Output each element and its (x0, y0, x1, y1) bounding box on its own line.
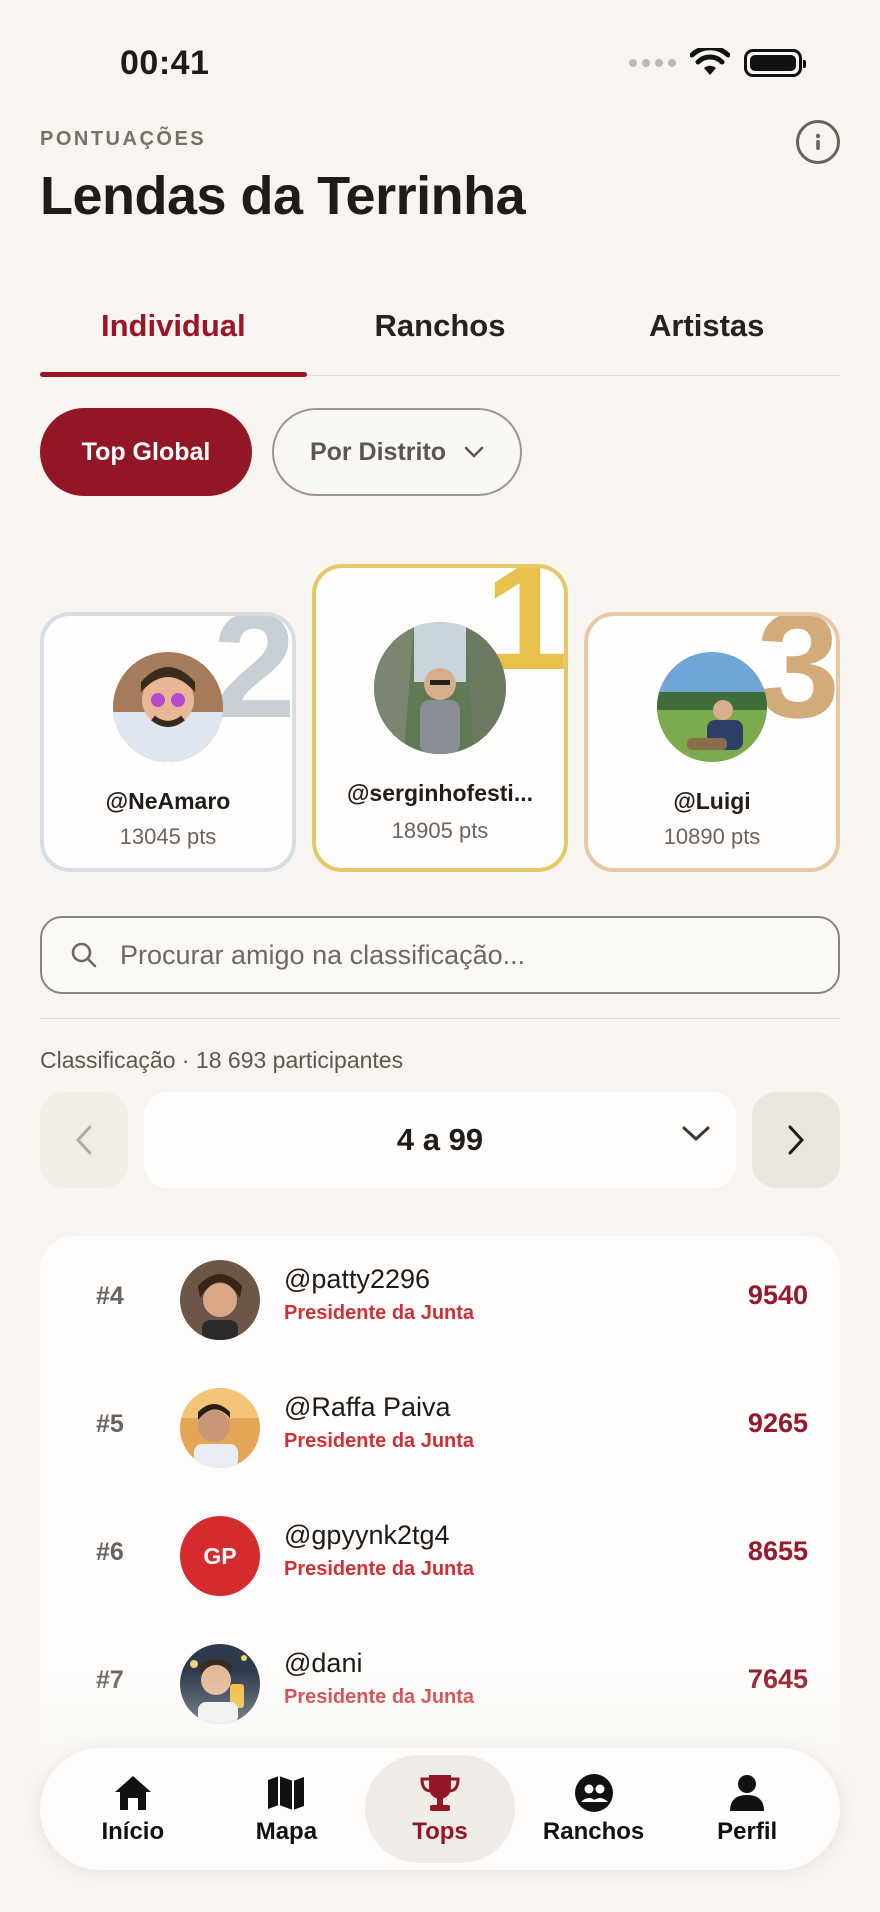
search-icon (71, 942, 97, 968)
rank-title: Presidente da Junta (284, 1558, 475, 1580)
range-label: 4 a 99 (396, 1122, 484, 1157)
podium-name: @NeAmaro (105, 788, 231, 814)
podium-card-first[interactable]: 1 @serginhofesti... 18905 pts (312, 564, 568, 872)
range-pager: 4 a 99 (40, 1092, 840, 1188)
top-global-label: Top Global (81, 437, 211, 466)
podium-rank-number: 2 (212, 612, 296, 749)
person-icon (730, 1775, 765, 1811)
search-placeholder: Procurar amigo na classificação... (120, 939, 526, 970)
avatar (113, 652, 223, 762)
table-row[interactable]: #4 @patty2296 Presidente da Junta 9540 (40, 1236, 840, 1364)
previous-page-button[interactable] (40, 1092, 128, 1188)
rank-score: 9540 (747, 1280, 808, 1310)
podium-name: @serginhofesti... (346, 780, 533, 806)
info-button[interactable] (796, 120, 840, 164)
nav-mapa[interactable]: Mapa (211, 1755, 361, 1863)
avatar (374, 622, 506, 754)
nav-label: Perfil (717, 1818, 778, 1845)
rank-position: #5 (96, 1410, 124, 1438)
trophy-icon (420, 1775, 460, 1811)
signal-icon (629, 59, 676, 67)
divider (40, 1018, 840, 1019)
group-icon (574, 1774, 613, 1812)
filter-chips: Top Global Por Distrito (40, 408, 522, 496)
avatar (657, 652, 767, 762)
nav-inicio[interactable]: Início (58, 1755, 208, 1863)
nav-label: Início (101, 1818, 165, 1845)
status-time: 00:41 (120, 44, 210, 82)
por-distrito-label: Por Distrito (309, 437, 447, 466)
chevron-down-icon (464, 446, 484, 458)
battery-icon (744, 49, 806, 77)
nav-label: Ranchos (542, 1818, 645, 1845)
podium-rank-number: 3 (756, 612, 840, 749)
podium: 2 @NeAmaro 13045 pts 1 @serginhofesti...… (40, 560, 840, 880)
avatar-initials: GP (180, 1516, 260, 1596)
page-header: PONTUAÇÕES Lendas da Terrinha (40, 128, 840, 227)
rank-username: @patty2296 (284, 1264, 431, 1294)
rank-title: Presidente da Junta (284, 1430, 475, 1452)
status-icons (629, 48, 806, 78)
podium-name: @Luigi (673, 788, 751, 814)
rank-username: @Raffa Paiva (284, 1392, 451, 1422)
map-icon (268, 1776, 305, 1810)
rank-title: Presidente da Junta (284, 1302, 475, 1324)
rank-score: 8655 (747, 1536, 808, 1566)
next-page-button[interactable] (752, 1092, 840, 1188)
chevron-down-icon (682, 1126, 710, 1142)
search-input[interactable]: Procurar amigo na classificação... (40, 916, 840, 994)
rank-username: @gpyynk2tg4 (284, 1520, 450, 1550)
podium-points: 13045 pts (119, 824, 217, 849)
home-icon (114, 1776, 151, 1810)
chevron-left-icon (76, 1125, 92, 1155)
range-select[interactable]: 4 a 99 (144, 1092, 736, 1188)
bottom-nav: Início Mapa Tops Ranchos Perfil (40, 1748, 840, 1870)
nav-ranchos[interactable]: Ranchos (519, 1755, 669, 1863)
page-eyebrow: PONTUAÇÕES (40, 128, 207, 150)
nav-label: Tops (412, 1818, 468, 1845)
ranking-tabs: Individual Ranchos Artistas (40, 288, 840, 377)
avatar (180, 1388, 260, 1468)
classification-info: Classificação · 18 693 participantes (40, 1047, 404, 1073)
table-row[interactable]: #6 GP @gpyynk2tg4 Presidente da Junta 86… (40, 1492, 840, 1620)
podium-card-second[interactable]: 2 @NeAmaro 13045 pts (40, 612, 296, 872)
rank-position: #4 (96, 1282, 124, 1310)
top-global-chip[interactable]: Top Global (40, 408, 252, 496)
table-row[interactable]: #5 @Raffa Paiva Presidente da Junta 9265 (40, 1364, 840, 1492)
wifi-icon (690, 48, 730, 75)
nav-perfil[interactable]: Perfil (672, 1755, 822, 1863)
podium-points: 10890 pts (663, 824, 761, 849)
tab-individual[interactable]: Individual (40, 288, 307, 377)
tab-ranchos[interactable]: Ranchos (307, 288, 574, 375)
avatar (180, 1260, 260, 1340)
chevron-right-icon (788, 1125, 804, 1155)
podium-points: 18905 pts (391, 818, 489, 843)
nav-tops[interactable]: Tops (364, 1755, 515, 1863)
podium-card-third[interactable]: 3 @Luigi 10890 pts (584, 612, 840, 872)
tab-artistas[interactable]: Artistas (573, 288, 840, 375)
page-title: Lendas da Terrinha (40, 166, 526, 226)
rank-position: #6 (96, 1538, 124, 1566)
status-bar: 00:41 (0, 0, 880, 110)
rank-score: 9265 (747, 1408, 808, 1438)
por-distrito-dropdown[interactable]: Por Distrito (272, 408, 522, 496)
info-icon (815, 133, 821, 150)
nav-label: Mapa (255, 1818, 318, 1845)
